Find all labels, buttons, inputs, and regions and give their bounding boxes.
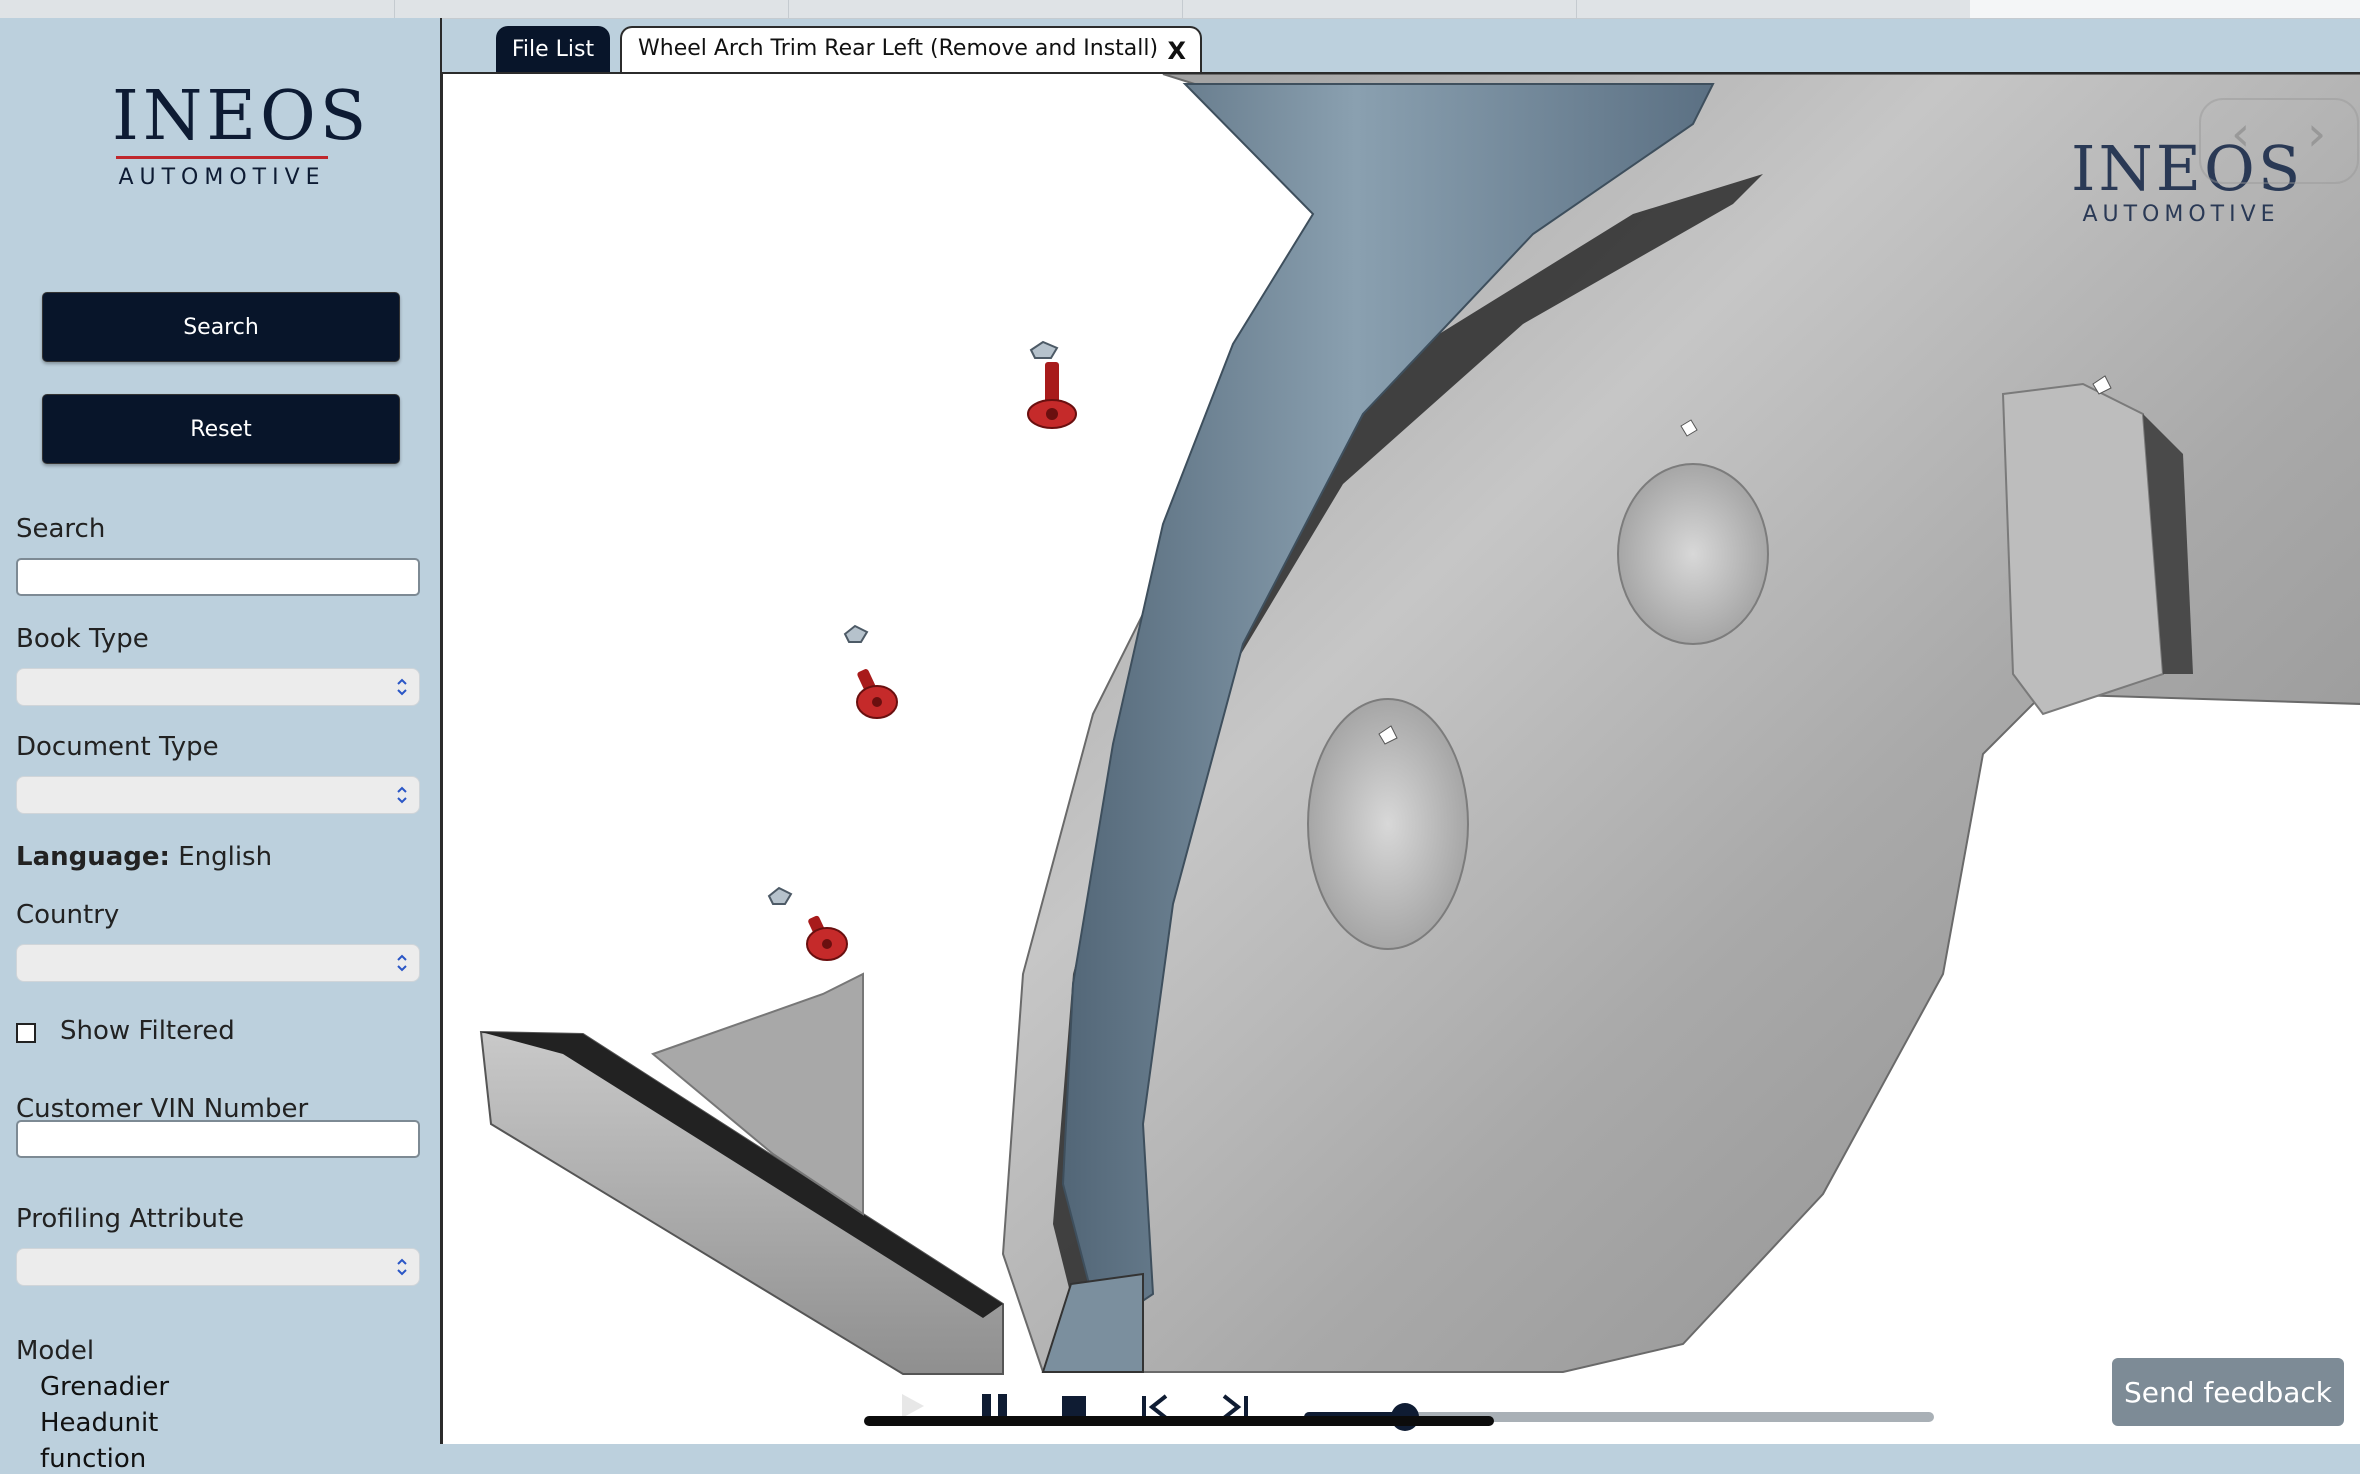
send-feedback-button[interactable]: Send feedback bbox=[2112, 1358, 2344, 1426]
prev-step-icon[interactable]: ‹ bbox=[2231, 106, 2250, 162]
select-arrows-icon bbox=[397, 678, 407, 696]
ineos-logo: INEOS AUTOMOTIVE bbox=[112, 77, 371, 191]
document-type-select[interactable] bbox=[16, 776, 420, 814]
profiling-attribute-label: Profiling Attribute bbox=[16, 1204, 245, 1234]
model-label: Model bbox=[16, 1336, 95, 1366]
tab-title: Wheel Arch Trim Rear Left (Remove and In… bbox=[638, 36, 1159, 61]
tab-file-list[interactable]: File List bbox=[496, 26, 610, 72]
animation-controls bbox=[880, 1382, 1934, 1442]
show-filtered-label: Show Filtered bbox=[60, 1016, 235, 1046]
logo-subtitle: AUTOMOTIVE bbox=[118, 165, 326, 190]
red-screw[interactable] bbox=[856, 668, 898, 719]
next-step-icon[interactable]: › bbox=[2307, 106, 2326, 162]
clip bbox=[843, 624, 869, 643]
model-item-grenadier[interactable]: Grenadier bbox=[40, 1372, 169, 1402]
browser-tab[interactable] bbox=[1576, 0, 1971, 18]
browser-tab[interactable] bbox=[1182, 0, 1577, 18]
select-arrows-icon bbox=[397, 954, 407, 972]
select-arrows-icon bbox=[397, 1258, 407, 1276]
tab-wheel-arch-trim[interactable]: Wheel Arch Trim Rear Left (Remove and In… bbox=[620, 26, 1202, 74]
browser-tab[interactable] bbox=[788, 0, 1183, 18]
book-type-select[interactable] bbox=[16, 668, 420, 706]
video-scrub-bar[interactable] bbox=[864, 1416, 1494, 1426]
liner-bump bbox=[1617, 463, 1769, 645]
language-label: Language: bbox=[16, 842, 170, 872]
search-input[interactable] bbox=[16, 558, 420, 596]
vin-input[interactable] bbox=[16, 1120, 420, 1158]
book-type-label: Book Type bbox=[16, 624, 149, 654]
wheel-arch-3d-model[interactable] bbox=[443, 74, 2360, 1444]
logo-divider bbox=[116, 156, 328, 159]
step-nav-pill[interactable]: ‹ › bbox=[2199, 98, 2359, 184]
clip bbox=[767, 886, 793, 905]
model-item-function[interactable]: function bbox=[40, 1444, 146, 1474]
red-screw[interactable] bbox=[1027, 362, 1077, 429]
red-screw[interactable] bbox=[806, 915, 848, 961]
model-item-headunit[interactable]: Headunit bbox=[40, 1408, 158, 1438]
watermark-subtitle: AUTOMOTIVE bbox=[2082, 202, 2280, 227]
document-type-label: Document Type bbox=[16, 732, 219, 762]
reset-button[interactable]: Reset bbox=[42, 394, 400, 464]
logo-brand-text: INEOS bbox=[112, 77, 371, 156]
clip bbox=[1029, 340, 1059, 359]
country-select[interactable] bbox=[16, 944, 420, 982]
close-tab-button[interactable]: X bbox=[1167, 37, 1186, 65]
select-arrows-icon bbox=[397, 786, 407, 804]
country-label: Country bbox=[16, 900, 120, 930]
browser-tab[interactable] bbox=[0, 0, 395, 18]
search-label: Search bbox=[16, 514, 106, 544]
browser-tab-active[interactable] bbox=[1970, 0, 2360, 18]
show-filtered-checkbox[interactable] bbox=[16, 1023, 36, 1043]
profiling-attribute-select[interactable] bbox=[16, 1248, 420, 1286]
language-row: Language: English bbox=[16, 842, 272, 872]
browser-tab[interactable] bbox=[394, 0, 789, 18]
filter-sidebar: INEOS AUTOMOTIVE Search Reset Search Boo… bbox=[0, 18, 442, 1474]
3d-viewer[interactable]: INEOS AUTOMOTIVE ‹ › bbox=[441, 72, 2360, 1444]
body-pillar bbox=[2001, 382, 2165, 716]
browser-tab-strip bbox=[0, 0, 2360, 19]
language-value: English bbox=[178, 842, 273, 872]
search-button[interactable]: Search bbox=[42, 292, 400, 362]
